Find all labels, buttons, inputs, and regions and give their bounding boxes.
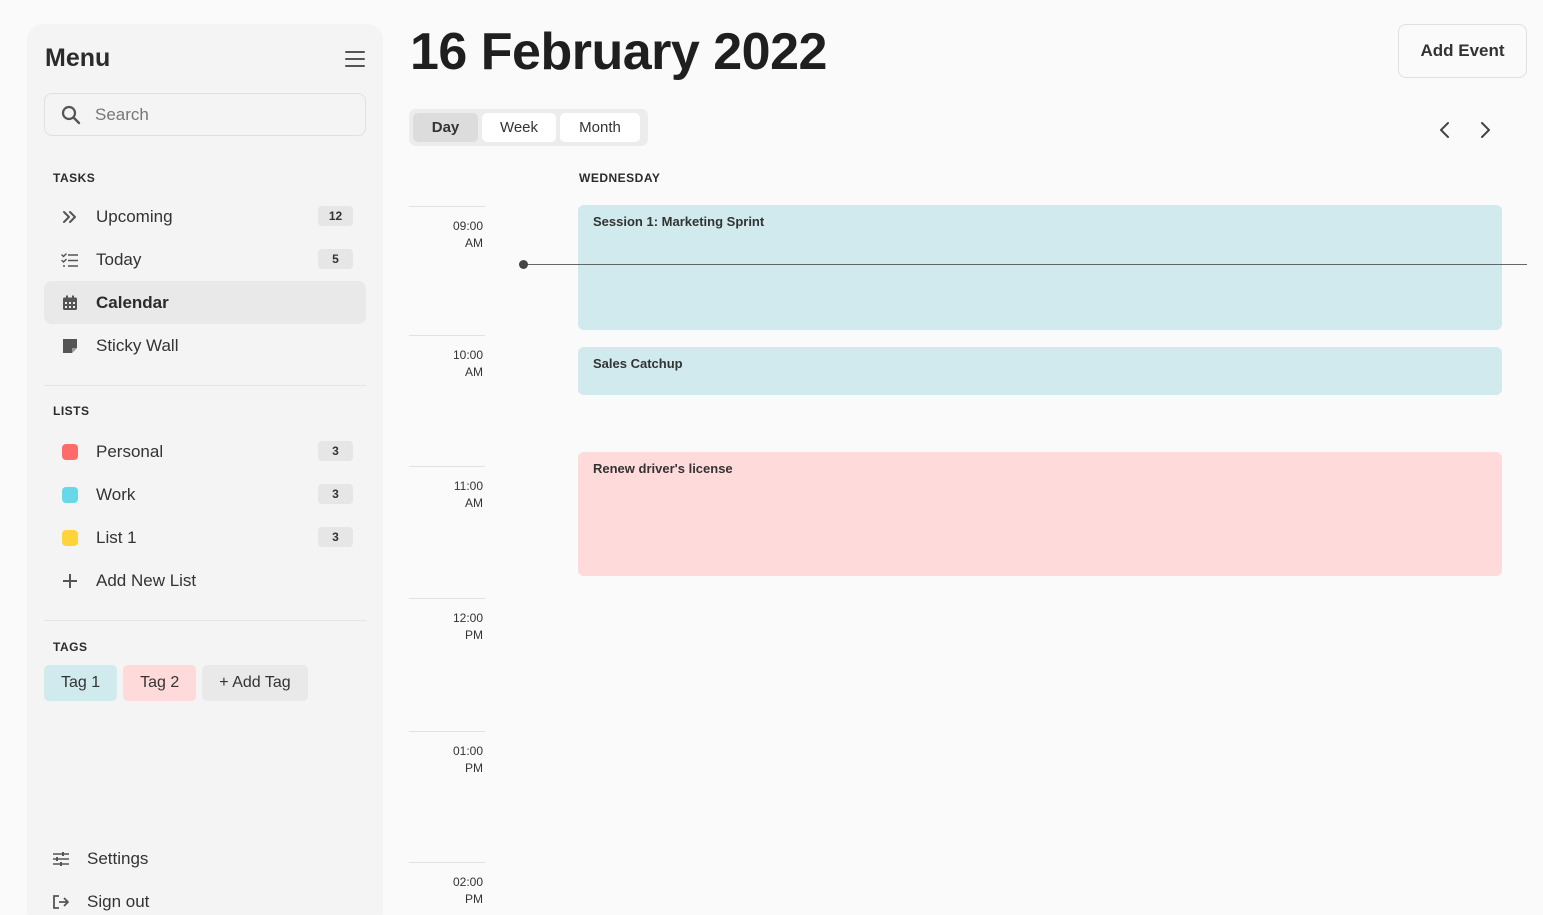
- sign-out-button[interactable]: Sign out: [51, 892, 149, 912]
- sidebar-item-work[interactable]: Work 3: [44, 473, 366, 516]
- sidebar-item-sticky-wall[interactable]: Sticky Wall: [44, 324, 366, 367]
- plus-icon: [61, 572, 79, 590]
- tags-row: Tag 1 Tag 2 + Add Tag: [44, 665, 308, 701]
- current-time-dot: [519, 260, 528, 269]
- time-slot: 09:00 AM: [409, 206, 485, 252]
- page-title: 16 February 2022: [410, 23, 827, 81]
- time-period: PM: [465, 892, 483, 906]
- tag-2[interactable]: Tag 2: [123, 665, 197, 701]
- count-badge: 3: [318, 527, 353, 547]
- sidebar-item-label: Personal: [96, 441, 164, 461]
- count-badge: 3: [318, 484, 353, 504]
- sidebar-item-label: List 1: [96, 527, 137, 547]
- search-placeholder: Search: [95, 104, 149, 124]
- time-slot: 12:00 PM: [409, 598, 485, 644]
- add-event-button[interactable]: Add Event: [1398, 24, 1527, 78]
- tags-section-label: TAGS: [53, 640, 88, 654]
- previous-chevron-icon[interactable]: [1436, 121, 1454, 139]
- sidebar-item-upcoming[interactable]: Upcoming 12: [44, 195, 366, 238]
- add-new-list-label: Add New List: [96, 570, 197, 590]
- time-slot: 01:00 PM: [409, 731, 485, 777]
- lists-section-label: LISTS: [53, 404, 90, 418]
- double-chevron-right-icon: [61, 208, 79, 226]
- sign-out-icon: [51, 893, 71, 911]
- time-label: 09:00: [452, 219, 483, 233]
- checklist-icon: [61, 251, 79, 269]
- sidebar-item-label: Sticky Wall: [96, 335, 179, 355]
- tasks-section-label: TASKS: [53, 171, 96, 185]
- event-marketing-sprint[interactable]: Session 1: Marketing Sprint: [578, 205, 1502, 330]
- add-new-list-button[interactable]: Add New List: [44, 559, 366, 602]
- sidebar: Menu Search TASKS Upcoming 12 Today 5 Ca…: [27, 24, 383, 915]
- sidebar-item-today[interactable]: Today 5: [44, 238, 366, 281]
- sidebar-item-label: Work: [96, 484, 136, 504]
- sign-out-label: Sign out: [87, 892, 150, 911]
- time-slot: 02:00 PM: [409, 862, 485, 908]
- time-label: 12:00: [452, 611, 483, 625]
- divider: [44, 385, 366, 386]
- weekday-label: WEDNESDAY: [579, 171, 661, 185]
- sidebar-item-label: Today: [96, 249, 142, 269]
- time-period: AM: [465, 365, 483, 379]
- search-icon: [61, 105, 81, 124]
- tab-week[interactable]: Week: [482, 113, 556, 142]
- time-period: PM: [465, 761, 483, 775]
- sidebar-item-label: Upcoming: [96, 206, 173, 226]
- settings-button[interactable]: Settings: [51, 849, 148, 869]
- search-input[interactable]: Search: [44, 93, 366, 136]
- work-color-swatch: [62, 486, 78, 503]
- hamburger-menu-icon[interactable]: [345, 51, 365, 67]
- event-title: Session 1: Marketing Sprint: [593, 214, 765, 229]
- time-period: AM: [465, 236, 483, 250]
- event-renew-drivers-license[interactable]: Renew driver's license: [578, 452, 1502, 576]
- list-1-color-swatch: [62, 529, 78, 546]
- sticky-note-icon: [61, 337, 79, 355]
- event-title: Renew driver's license: [593, 461, 733, 476]
- count-badge: 5: [318, 249, 353, 269]
- divider: [44, 620, 366, 621]
- sidebar-item-label: Calendar: [96, 292, 169, 312]
- sidebar-item-calendar[interactable]: Calendar: [44, 281, 366, 324]
- time-period: PM: [465, 628, 483, 642]
- sidebar-item-list-1[interactable]: List 1 3: [44, 516, 366, 559]
- event-title: Sales Catchup: [593, 356, 683, 371]
- settings-sliders-icon: [51, 850, 71, 868]
- view-switcher: Day Week Month: [409, 109, 648, 146]
- count-badge: 12: [318, 206, 353, 226]
- calendar-icon: [61, 294, 79, 312]
- menu-title: Menu: [45, 44, 111, 72]
- time-label: 02:00: [452, 875, 483, 889]
- current-time-line: [523, 264, 1527, 265]
- tag-1[interactable]: Tag 1: [44, 665, 118, 701]
- time-slot: 10:00 AM: [409, 335, 485, 381]
- time-slot: 11:00 AM: [409, 466, 485, 512]
- time-label: 01:00: [452, 744, 483, 758]
- time-label: 11:00: [453, 479, 483, 493]
- tab-month[interactable]: Month: [560, 113, 640, 142]
- tab-day[interactable]: Day: [413, 113, 478, 142]
- time-period: AM: [465, 496, 483, 510]
- time-label: 10:00: [452, 348, 483, 362]
- personal-color-swatch: [62, 443, 78, 460]
- event-sales-catchup[interactable]: Sales Catchup: [578, 347, 1502, 395]
- sidebar-item-personal[interactable]: Personal 3: [44, 430, 366, 473]
- next-chevron-icon[interactable]: [1476, 121, 1494, 139]
- count-badge: 3: [318, 441, 353, 461]
- add-tag-button[interactable]: + Add Tag: [202, 665, 308, 701]
- settings-label: Settings: [87, 849, 149, 868]
